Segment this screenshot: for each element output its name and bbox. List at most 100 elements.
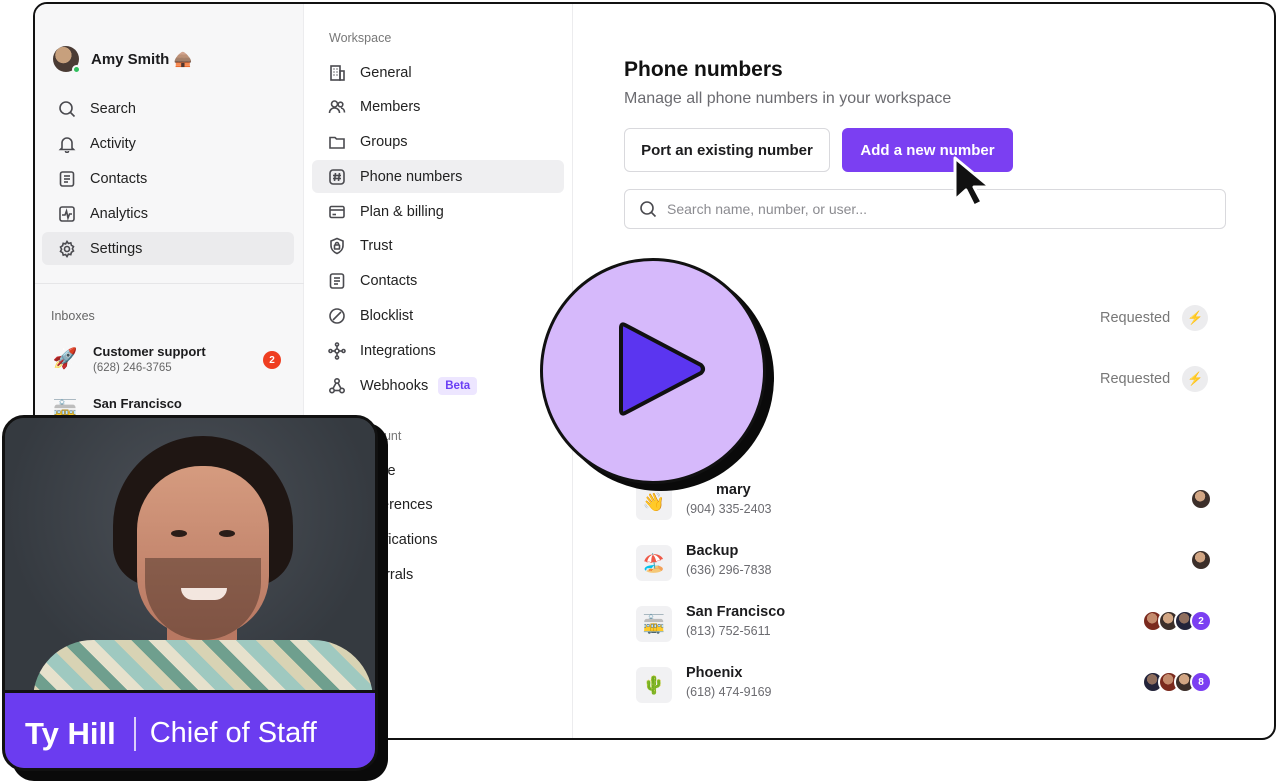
shield-icon: [328, 237, 346, 255]
menu-item-label: Trust: [360, 238, 393, 255]
presenter-eye: [219, 530, 235, 537]
nav-item-label: Search: [90, 100, 136, 117]
inbox-name: San Francisco: [93, 396, 182, 411]
number-row-phoenix[interactable]: 🌵 Phoenix (618) 474-9169 8: [636, 665, 1212, 709]
search-icon: [639, 200, 657, 218]
number-phone: (904) 335-2403: [686, 502, 772, 516]
menu-item-label: Contacts: [360, 273, 418, 290]
workspace-heading: Workspace: [329, 31, 392, 45]
caption-divider: [133, 716, 136, 751]
menu-item-label: Blocklist: [360, 308, 414, 325]
presenter-name: Ty Hill: [25, 715, 116, 751]
bell-icon: [58, 135, 76, 153]
menu-item-integrations[interactable]: Integrations: [312, 334, 564, 367]
menu-item-label: General: [360, 64, 412, 81]
number-name: Phoenix: [686, 665, 743, 681]
hash-icon: [328, 168, 346, 186]
online-status-dot: [72, 65, 81, 74]
play-button-circle: [540, 258, 766, 484]
menu-item-plan-billing[interactable]: Plan & billing: [312, 195, 564, 228]
menu-item-label: Integrations: [360, 342, 436, 359]
divider: [35, 283, 304, 284]
requested-row: Requested ⚡: [1100, 305, 1209, 331]
members-stack: 8: [1142, 671, 1212, 693]
members-stack: [1190, 549, 1212, 571]
tram-icon: 🚋: [636, 606, 672, 642]
unread-badge: 2: [263, 351, 281, 369]
menu-item-groups[interactable]: Groups: [312, 126, 564, 159]
avatar: [1190, 488, 1212, 510]
number-name: Backup: [686, 543, 739, 559]
user-profile[interactable]: Amy Smith 🛖: [53, 46, 192, 74]
number-phone: (813) 752-5611: [686, 624, 771, 638]
more-members-badge: 2: [1190, 610, 1212, 632]
presenter-role: Chief of Staff: [149, 717, 317, 749]
menu-item-label: Webhooks: [360, 377, 429, 394]
members-stack: [1190, 488, 1212, 510]
menu-item-label: Phone numbers: [360, 168, 463, 185]
rocket-icon: 🚀: [52, 347, 78, 370]
menu-item-webhooks[interactable]: Webhooks Beta: [312, 369, 564, 402]
menu-item-label: Groups: [360, 134, 408, 151]
nav-item-search[interactable]: Search: [42, 92, 294, 125]
page-subtitle: Manage all phone numbers in your workspa…: [624, 90, 952, 107]
requested-status: Requested: [1100, 310, 1171, 326]
beta-badge: Beta: [438, 376, 478, 395]
requested-status: Requested: [1100, 371, 1171, 387]
play-icon: [619, 322, 705, 416]
main-nav: Search Activity Contacts Analytics Setti…: [42, 92, 294, 267]
play-button[interactable]: [540, 258, 780, 498]
nav-item-contacts[interactable]: Contacts: [42, 162, 294, 195]
inbox-item-customer-support[interactable]: 🚀 Customer support (628) 246-3765: [51, 344, 206, 374]
nav-item-settings[interactable]: Settings: [42, 232, 294, 265]
presenter-caption: Ty Hill Chief of Staff: [5, 690, 375, 768]
bolt-icon[interactable]: ⚡: [1182, 305, 1209, 331]
block-icon: [328, 307, 346, 325]
folder-icon: [328, 133, 346, 151]
number-row-san-francisco[interactable]: 🚋 San Francisco (813) 752-5611 2: [636, 604, 1212, 648]
nav-item-label: Contacts: [90, 170, 148, 187]
avatar: [1190, 549, 1212, 571]
presenter-video-card: Ty Hill Chief of Staff: [2, 415, 388, 781]
avatar: [53, 46, 81, 74]
gear-icon: [58, 239, 76, 258]
menu-item-blocklist[interactable]: Blocklist: [312, 300, 564, 333]
members-stack: 2: [1142, 610, 1212, 632]
search-input[interactable]: [667, 201, 1187, 217]
nav-item-label: Analytics: [90, 205, 149, 222]
menu-item-trust[interactable]: Trust: [312, 230, 564, 263]
presenter-eye: [171, 530, 187, 537]
stage: Amy Smith 🛖 Search Activity Contacts Ana…: [0, 0, 1276, 783]
nav-item-activity[interactable]: Activity: [42, 127, 294, 160]
building-icon: [328, 64, 346, 82]
menu-item-contacts[interactable]: Contacts: [312, 265, 564, 298]
card-body: Ty Hill Chief of Staff: [2, 415, 378, 771]
nav-item-label: Activity: [90, 135, 136, 152]
menu-item-phone-numbers[interactable]: Phone numbers: [312, 160, 564, 194]
port-number-button[interactable]: Port an existing number: [624, 128, 830, 172]
inbox-phone: (628) 246-3765: [93, 362, 172, 374]
page-title: Phone numbers: [624, 58, 783, 81]
bolt-icon[interactable]: ⚡: [1182, 366, 1209, 392]
contacts-icon: [328, 272, 346, 290]
number-phone: (636) 296-7838: [686, 563, 772, 577]
mouse-cursor-icon: [953, 156, 992, 208]
workspace-menu: General Members Groups Phone numbers Pla…: [312, 56, 564, 404]
menu-item-members[interactable]: Members: [312, 91, 564, 124]
search-box: [624, 189, 1226, 229]
nav-item-label: Settings: [90, 240, 143, 257]
number-row-backup[interactable]: 🏖️ Backup (636) 296-7838: [636, 543, 1212, 587]
nav-item-analytics[interactable]: Analytics: [42, 197, 294, 230]
menu-item-general[interactable]: General: [312, 56, 564, 89]
number-phone: (618) 474-9169: [686, 685, 772, 699]
card-icon: [328, 203, 346, 221]
members-icon: [328, 98, 346, 116]
contacts-icon: [58, 170, 76, 188]
analytics-icon: [58, 205, 76, 223]
cactus-icon: 🌵: [636, 667, 672, 703]
requested-row: Requested ⚡: [1100, 366, 1209, 392]
search-icon: [58, 100, 76, 118]
presenter-photo: [5, 418, 375, 720]
presenter-smile: [181, 588, 227, 600]
menu-item-label: Members: [360, 99, 421, 116]
